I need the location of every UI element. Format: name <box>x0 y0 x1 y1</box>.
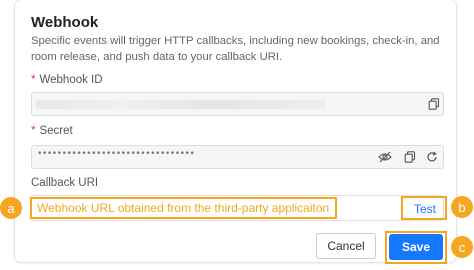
secret-field[interactable]: •••••••••••••••••••••••••••••••• <box>31 145 444 169</box>
save-button[interactable]: Save <box>389 234 443 260</box>
refresh-icon[interactable] <box>424 149 440 165</box>
eye-off-icon[interactable] <box>377 149 393 165</box>
callout-marker-a: a <box>0 197 22 219</box>
dialog-description: Specific events will trigger HTTP callba… <box>31 35 440 63</box>
webhook-id-value-masked <box>36 100 326 109</box>
cancel-button[interactable]: Cancel <box>316 233 376 259</box>
required-mark: * <box>31 74 36 86</box>
webhook-id-field[interactable] <box>31 92 444 116</box>
webhook-id-label-row: * Webhook ID <box>31 74 103 86</box>
callback-uri-label: Callback URI <box>31 177 99 189</box>
required-mark: * <box>31 125 36 137</box>
copy-icon[interactable] <box>402 149 418 165</box>
callback-uri-value: Webhook URL obtained from the third-part… <box>37 201 330 215</box>
secret-value: •••••••••••••••••••••••••••••••• <box>37 149 195 159</box>
secret-label-row: * Secret <box>31 125 73 137</box>
copy-icon[interactable] <box>426 96 442 112</box>
callout-marker-b: b <box>451 196 473 218</box>
test-button[interactable]: Test <box>414 202 436 216</box>
dialog-title: Webhook <box>31 14 99 31</box>
webhook-id-label: Webhook ID <box>39 74 103 86</box>
callout-marker-c: c <box>451 236 473 258</box>
secret-label: Secret <box>39 125 73 137</box>
